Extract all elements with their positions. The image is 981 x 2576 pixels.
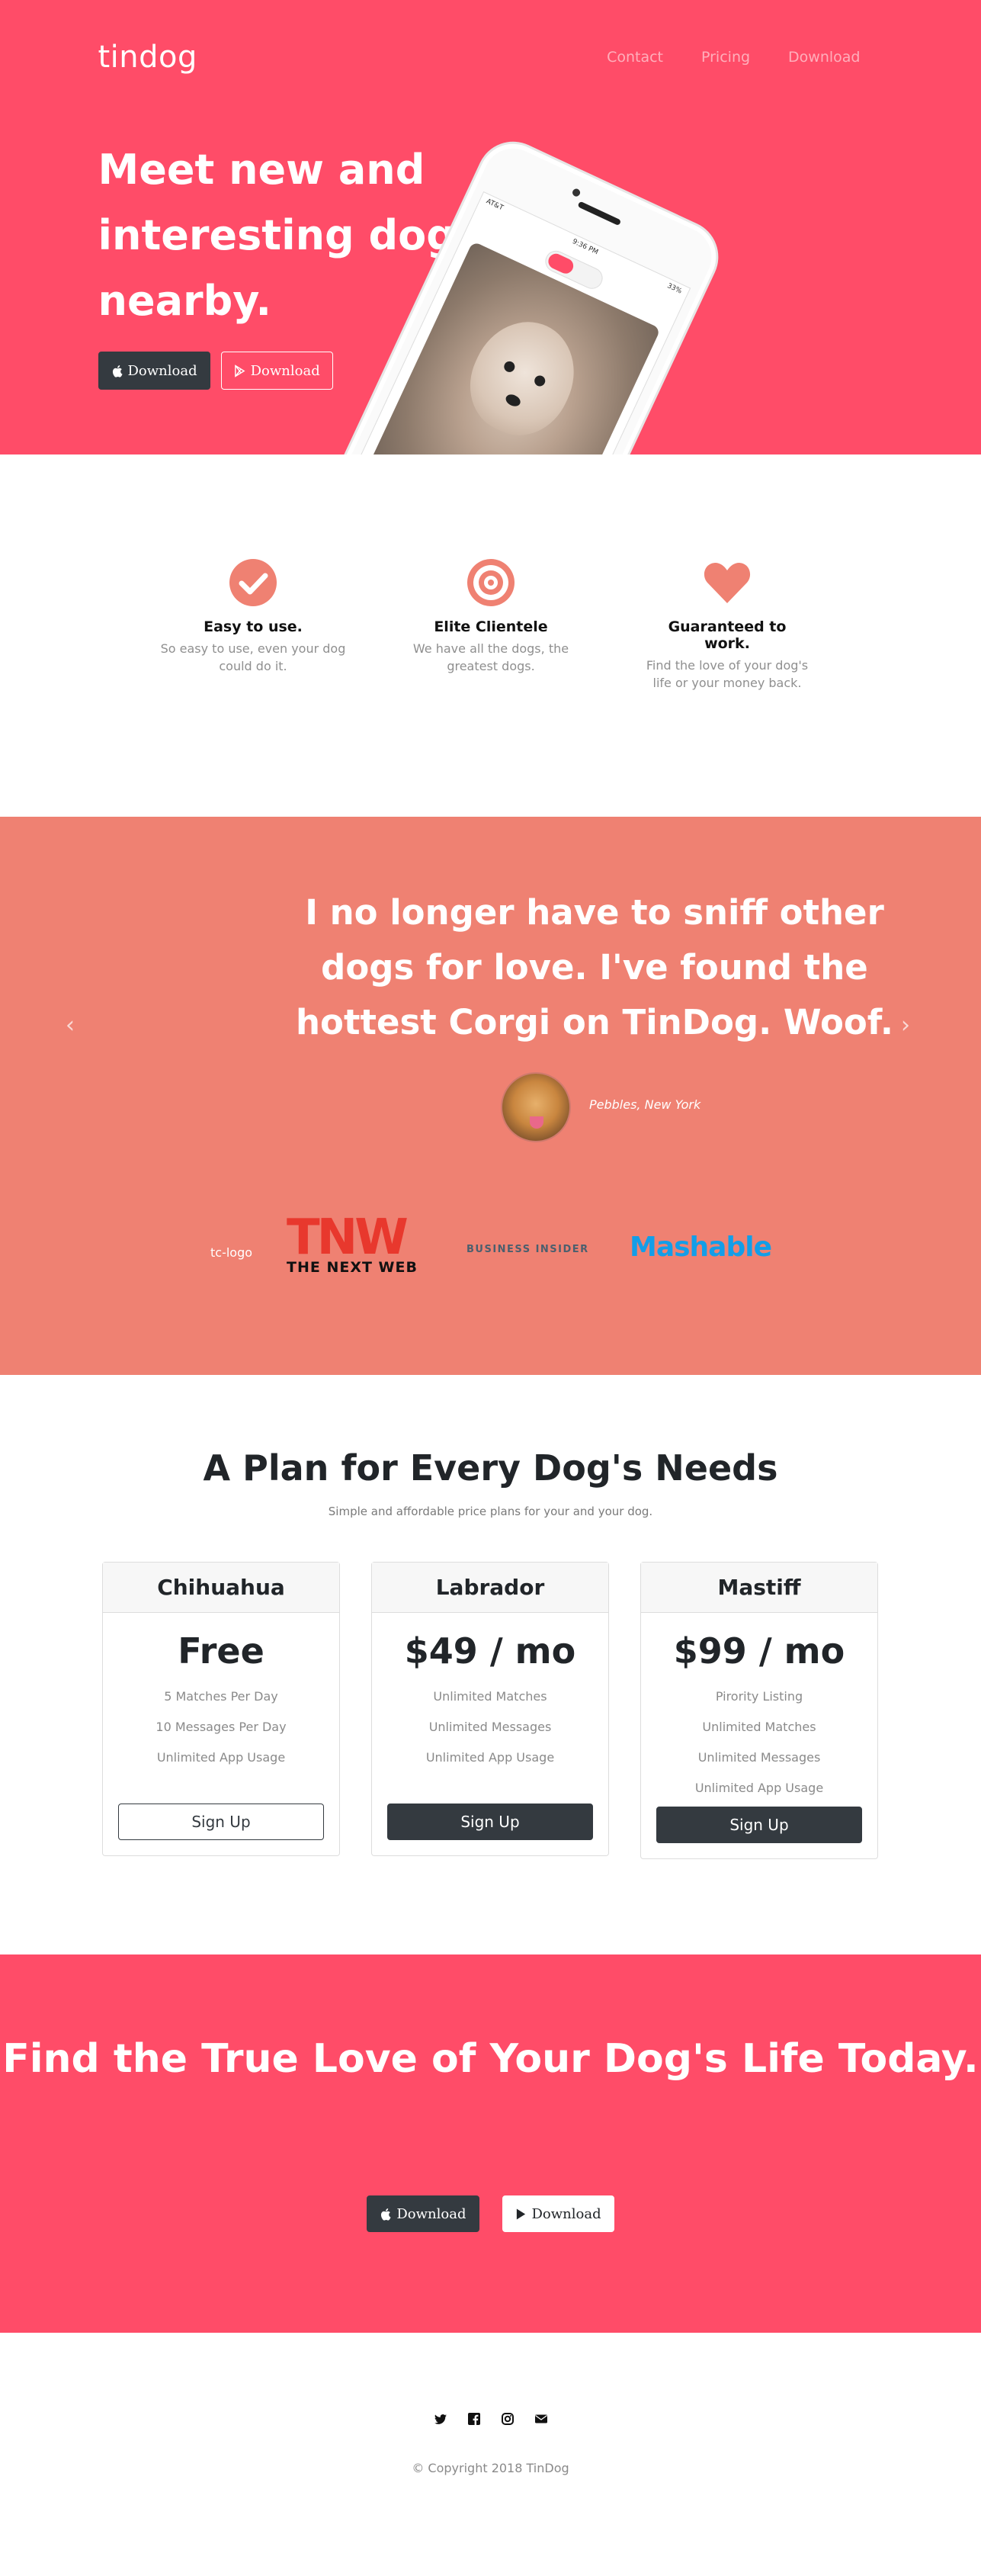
phone-carrier: AT&T — [485, 198, 505, 213]
pricing-card-labrador: Labrador $49 / mo Unlimited Matches Unli… — [371, 1562, 609, 1856]
plan-features: 5 Matches Per Day 10 Messages Per Day Un… — [103, 1681, 339, 1773]
feature-title: Guaranteed to work. — [668, 618, 787, 652]
testimonial-avatar — [501, 1072, 571, 1142]
pricing-title: A Plan for Every Dog's Needs — [203, 1447, 778, 1489]
dog-eye-left — [502, 359, 517, 374]
tnw-mark: TNW — [287, 1209, 409, 1266]
dog-tongue — [530, 1116, 543, 1129]
footer: © Copyright 2018 TinDog — [0, 2333, 981, 2570]
toggle-knob — [546, 251, 576, 276]
pricing-subtitle: Simple and affordable price plans for yo… — [328, 1505, 653, 1518]
features-section: Easy to use. So easy to use, even your d… — [0, 454, 981, 817]
cta-download-buttons: Download Download — [0, 2195, 981, 2232]
pricing-card-chihuahua: Chihuahua Free 5 Matches Per Day 10 Mess… — [102, 1562, 340, 1856]
tnw-wordmark: THE NEXT WEB — [287, 1259, 418, 1276]
chihuahua-signup-button[interactable]: Sign Up — [118, 1804, 324, 1840]
labrador-signup-button[interactable]: Sign Up — [387, 1804, 593, 1840]
mastiff-signup-button[interactable]: Sign Up — [656, 1807, 862, 1843]
copyright-text: © Copyright 2018 TinDog — [412, 2461, 569, 2475]
carousel-prev-arrow-icon[interactable]: ‹ — [66, 1012, 75, 1039]
cta-apple-download-label: Download — [396, 2205, 466, 2222]
hero-download-buttons: Download Download — [98, 352, 333, 390]
plan-name: Labrador — [372, 1563, 608, 1613]
dog-head — [454, 305, 592, 451]
nav-links: Contact Pricing Download — [607, 49, 860, 66]
twitter-icon[interactable] — [434, 2413, 447, 2425]
plan-feature: Unlimited Matches — [433, 1689, 547, 1704]
nav-link-pricing[interactable]: Pricing — [701, 49, 750, 66]
plan-feature: Unlimited Messages — [428, 1720, 552, 1734]
instagram-icon[interactable] — [501, 2413, 514, 2425]
plan-price: Free — [178, 1630, 264, 1672]
plan-name: Mastiff — [641, 1563, 877, 1613]
cta-google-play-download-label: Download — [531, 2205, 601, 2222]
plan-feature: Unlimited App Usage — [156, 1750, 286, 1765]
apple-icon — [112, 365, 123, 377]
cta-apple-download-button[interactable]: Download — [367, 2195, 479, 2232]
cta-google-play-download-button[interactable]: Download — [502, 2195, 614, 2232]
plan-name: Chihuahua — [103, 1563, 339, 1613]
phone-battery: 33% — [665, 282, 683, 296]
testimonial-caption: Pebbles, New York — [589, 1097, 701, 1112]
feature-elite-clientele: Elite Clientele We have all the dogs, th… — [392, 557, 590, 675]
plan-price: $49 / mo — [404, 1630, 576, 1672]
cta-section: Find the True Love of Your Dog's Life To… — [0, 1954, 981, 2333]
testimonial-quote: I no longer have to sniff other dogs for… — [296, 892, 893, 1042]
feature-title: Easy to use. — [204, 618, 303, 635]
plan-price: $99 / mo — [673, 1630, 845, 1672]
carousel-next-arrow-icon[interactable]: › — [901, 1012, 910, 1039]
plan-feature: 5 Matches Per Day — [164, 1689, 278, 1704]
tnw-logo: TNW THE NEXT WEB — [287, 1209, 424, 1276]
plan-feature: Unlimited App Usage — [694, 1781, 824, 1795]
feature-text: We have all the dogs, the greatest dogs. — [412, 641, 569, 673]
feature-guaranteed: Guaranteed to work. Find the love of you… — [628, 557, 826, 692]
tc-logo: tc-logo — [210, 1245, 253, 1260]
plan-feature: Pirority Listing — [715, 1689, 803, 1704]
plan-feature: Unlimited App Usage — [425, 1750, 555, 1765]
google-play-download-button[interactable]: Download — [220, 352, 333, 390]
nav-link-download[interactable]: Download — [788, 49, 860, 66]
plan-feature: Unlimited Messages — [697, 1750, 821, 1765]
feature-text: So easy to use, even your dog could do i… — [160, 641, 346, 673]
heart-icon — [704, 563, 751, 603]
google-play-icon — [234, 364, 245, 377]
bullseye-icon — [467, 559, 515, 606]
pricing-card-mastiff: Mastiff $99 / mo Pirority Listing Unlimi… — [640, 1562, 878, 1859]
nav-link-contact[interactable]: Contact — [607, 49, 663, 66]
cta-title: Find the True Love of Your Dog's Life To… — [2, 2036, 979, 2082]
plan-feature: Unlimited Matches — [702, 1720, 816, 1734]
check-circle-icon — [229, 559, 277, 606]
navbar: tindog Contact Pricing Download — [98, 0, 883, 114]
social-links — [0, 2413, 981, 2425]
dog-eye-right — [532, 374, 547, 388]
testimonials-section: ‹ I no longer have to sniff other dogs f… — [0, 817, 981, 1169]
google-play-icon — [516, 2208, 525, 2220]
dog-nose — [504, 392, 523, 409]
mashable-logo: Mashable — [630, 1232, 772, 1263]
google-play-download-label: Download — [250, 362, 320, 379]
pricing-section: A Plan for Every Dog's Needs Simple and … — [0, 1375, 981, 1954]
apple-download-label: Download — [127, 362, 197, 379]
business-insider-logo: BUSINESS INSIDER — [466, 1244, 589, 1255]
facebook-icon[interactable] — [467, 2413, 480, 2425]
press-section: tc-logo TNW THE NEXT WEB BUSINESS INSIDE… — [0, 1169, 981, 1375]
plan-feature: 10 Messages Per Day — [155, 1720, 287, 1734]
plan-features: Pirority Listing Unlimited Matches Unlim… — [641, 1681, 877, 1804]
feature-text: Find the love of your dog's life or your… — [646, 658, 809, 690]
envelope-icon[interactable] — [534, 2413, 547, 2425]
feature-title: Elite Clientele — [434, 618, 548, 635]
apple-icon — [381, 2208, 391, 2221]
plan-features: Unlimited Matches Unlimited Messages Unl… — [372, 1681, 608, 1773]
hero-section: tindog Contact Pricing Download Meet new… — [0, 0, 981, 454]
apple-download-button[interactable]: Download — [98, 352, 210, 390]
brand-logo[interactable]: tindog — [98, 40, 197, 75]
feature-easy-to-use: Easy to use. So easy to use, even your d… — [154, 557, 352, 675]
